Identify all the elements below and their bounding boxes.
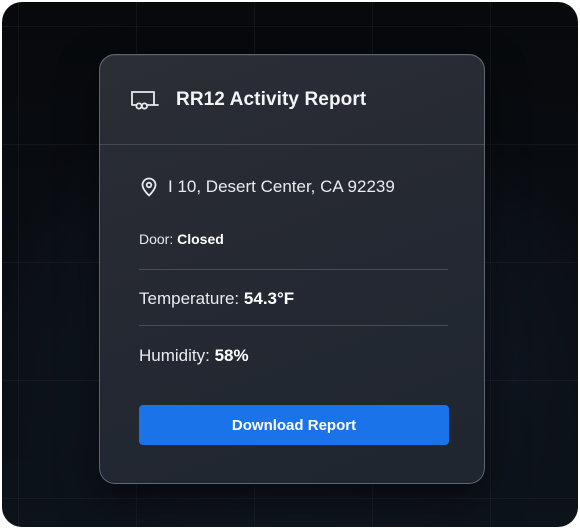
door-label: Door:	[139, 231, 174, 247]
location-row: I 10, Desert Center, CA 92239	[140, 177, 395, 197]
temperature-label: Temperature:	[139, 289, 240, 308]
download-report-button[interactable]: Download Report	[139, 405, 449, 445]
app-background: RR12 Activity Report I 10, Desert Center…	[2, 2, 578, 527]
card-title: RR12 Activity Report	[176, 88, 367, 110]
humidity-row: Humidity: 58%	[139, 346, 249, 366]
temperature-value: 54.3°F	[243, 289, 295, 308]
activity-report-card: RR12 Activity Report I 10, Desert Center…	[99, 54, 485, 484]
temperature-row: Temperature: 54.3°F	[139, 289, 294, 309]
divider	[139, 269, 448, 270]
card-header: RR12 Activity Report	[100, 55, 484, 145]
divider	[139, 325, 448, 326]
humidity-label: Humidity:	[139, 346, 210, 365]
location-address: I 10, Desert Center, CA 92239	[168, 177, 395, 196]
door-value: Closed	[177, 231, 224, 247]
trailer-icon	[130, 89, 160, 111]
map-pin-icon	[140, 177, 158, 197]
door-status: Door: Closed	[139, 231, 224, 247]
humidity-value: 58%	[214, 346, 249, 365]
